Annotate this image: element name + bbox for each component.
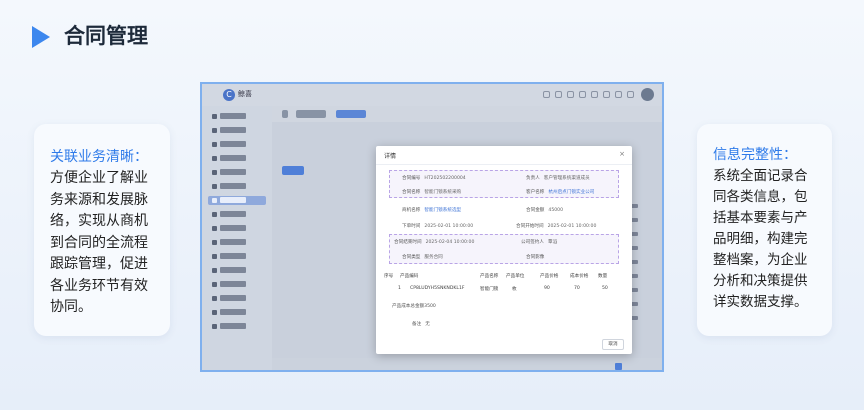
app-logo-text: 鲸喜 <box>238 90 252 98</box>
grid-icon[interactable] <box>603 91 610 98</box>
tab-item-active[interactable] <box>336 110 366 118</box>
field-contract-type: 合同类型 服务合同 <box>402 255 443 260</box>
sidebar-item-contracts[interactable] <box>208 196 266 205</box>
page-title: 合同管理 <box>64 24 148 48</box>
sidebar-item[interactable] <box>208 182 266 191</box>
field-opportunity: 商机名称 智能门锁系统选型 <box>402 208 462 213</box>
field-contract-name: 合同名称 智能门锁系统采购 <box>402 190 462 195</box>
card-title: 信息完整性： <box>713 147 797 163</box>
feature-card-business-clarity: 关联业务清晰： 方便企业了解业务来源和发展脉络，实现从商机到合同的全流程跟踪管理… <box>34 124 170 336</box>
sidebar-item[interactable] <box>208 210 266 219</box>
field-order-time: 下单时间 2025-02-01 10:00:00 <box>402 224 474 229</box>
avatar[interactable] <box>641 88 654 101</box>
feature-card-info-completeness: 信息完整性： 系统全面记录合同各类信息，包括基本要素与产品明细，构建完整档案，为… <box>697 124 832 336</box>
sidebar-item[interactable] <box>208 168 266 177</box>
add-button[interactable] <box>282 166 304 175</box>
app-screenshot: C 鲸喜 详情 × 合同编号 HT202502200004 负责人 客户管理系统… <box>200 82 664 372</box>
app-main: 详情 × 合同编号 HT202502200004 负责人 客户管理系统渠道成员 合同… <box>272 106 662 370</box>
card-body: 系统全面记录合同各类信息，包括基本要素与产品明细，构建完整档案，为企业分析和决策… <box>713 168 808 310</box>
opportunity-link[interactable]: 智能门锁系统选型 <box>424 208 461 213</box>
modal-header: 详情 × <box>376 146 632 165</box>
home-icon[interactable] <box>282 110 288 118</box>
sidebar-item[interactable] <box>208 112 266 121</box>
app-topbar: C 鲸喜 <box>202 84 662 106</box>
sidebar-item[interactable] <box>208 238 266 247</box>
language-icon[interactable] <box>615 91 622 98</box>
modal-title: 详情 <box>384 153 397 160</box>
field-end-time: 合同结束时间 2025-02-04 10:00:00 <box>394 240 475 245</box>
app-logo-icon: C <box>223 89 235 101</box>
field-amount: 合同金额 45000 <box>526 208 564 213</box>
sidebar-item[interactable] <box>208 280 266 289</box>
theme-icon[interactable] <box>591 91 598 98</box>
field-start-time: 合同开始时间 2025-02-01 10:00:00 <box>516 224 597 229</box>
tab-item[interactable] <box>296 110 326 118</box>
search-icon[interactable] <box>543 91 550 98</box>
card-body: 方便企业了解业务来源和发展脉络，实现从商机到合同的全流程跟踪管理，促进各业务环节… <box>50 170 148 315</box>
fullscreen-icon[interactable] <box>579 91 586 98</box>
tab-bar <box>272 106 662 122</box>
detail-modal: 详情 × 合同编号 HT202502200004 负责人 客户管理系统渠道成员 合同… <box>376 146 632 354</box>
cancel-button[interactable]: 取消 <box>602 339 624 350</box>
page-button[interactable] <box>615 363 622 370</box>
close-icon[interactable]: × <box>619 150 625 158</box>
pagination-bar <box>272 358 662 370</box>
total-cost: 产品成本总金额3500 <box>392 304 436 309</box>
field-remark: 备注无 <box>412 322 430 327</box>
field-contract-image: 合同影像 <box>526 255 545 260</box>
field-owner: 负责人 客户管理系统渠道成员 <box>526 176 590 181</box>
field-signer: 公司签约人 覃滔 <box>521 240 558 245</box>
field-contract-no: 合同编号 HT202502200004 <box>402 176 466 181</box>
card-title: 关联业务清晰： <box>50 149 148 165</box>
sidebar-item[interactable] <box>208 266 266 275</box>
sidebar-item[interactable] <box>208 126 266 135</box>
field-customer-name: 客户名称 杭州启点门锁实业公司 <box>526 190 595 195</box>
sidebar-item[interactable] <box>208 224 266 233</box>
sidebar-item[interactable] <box>208 140 266 149</box>
sidebar-item[interactable] <box>208 252 266 261</box>
customer-link[interactable]: 杭州启点门锁实业公司 <box>548 190 594 195</box>
sidebar-item[interactable] <box>208 154 266 163</box>
settings-icon[interactable] <box>567 91 574 98</box>
title-arrow-icon <box>32 26 50 48</box>
help-icon[interactable] <box>627 91 634 98</box>
app-sidebar <box>202 106 272 370</box>
sidebar-item[interactable] <box>208 294 266 303</box>
sidebar-item[interactable] <box>208 322 266 331</box>
bell-icon[interactable] <box>555 91 562 98</box>
sidebar-item[interactable] <box>208 308 266 317</box>
